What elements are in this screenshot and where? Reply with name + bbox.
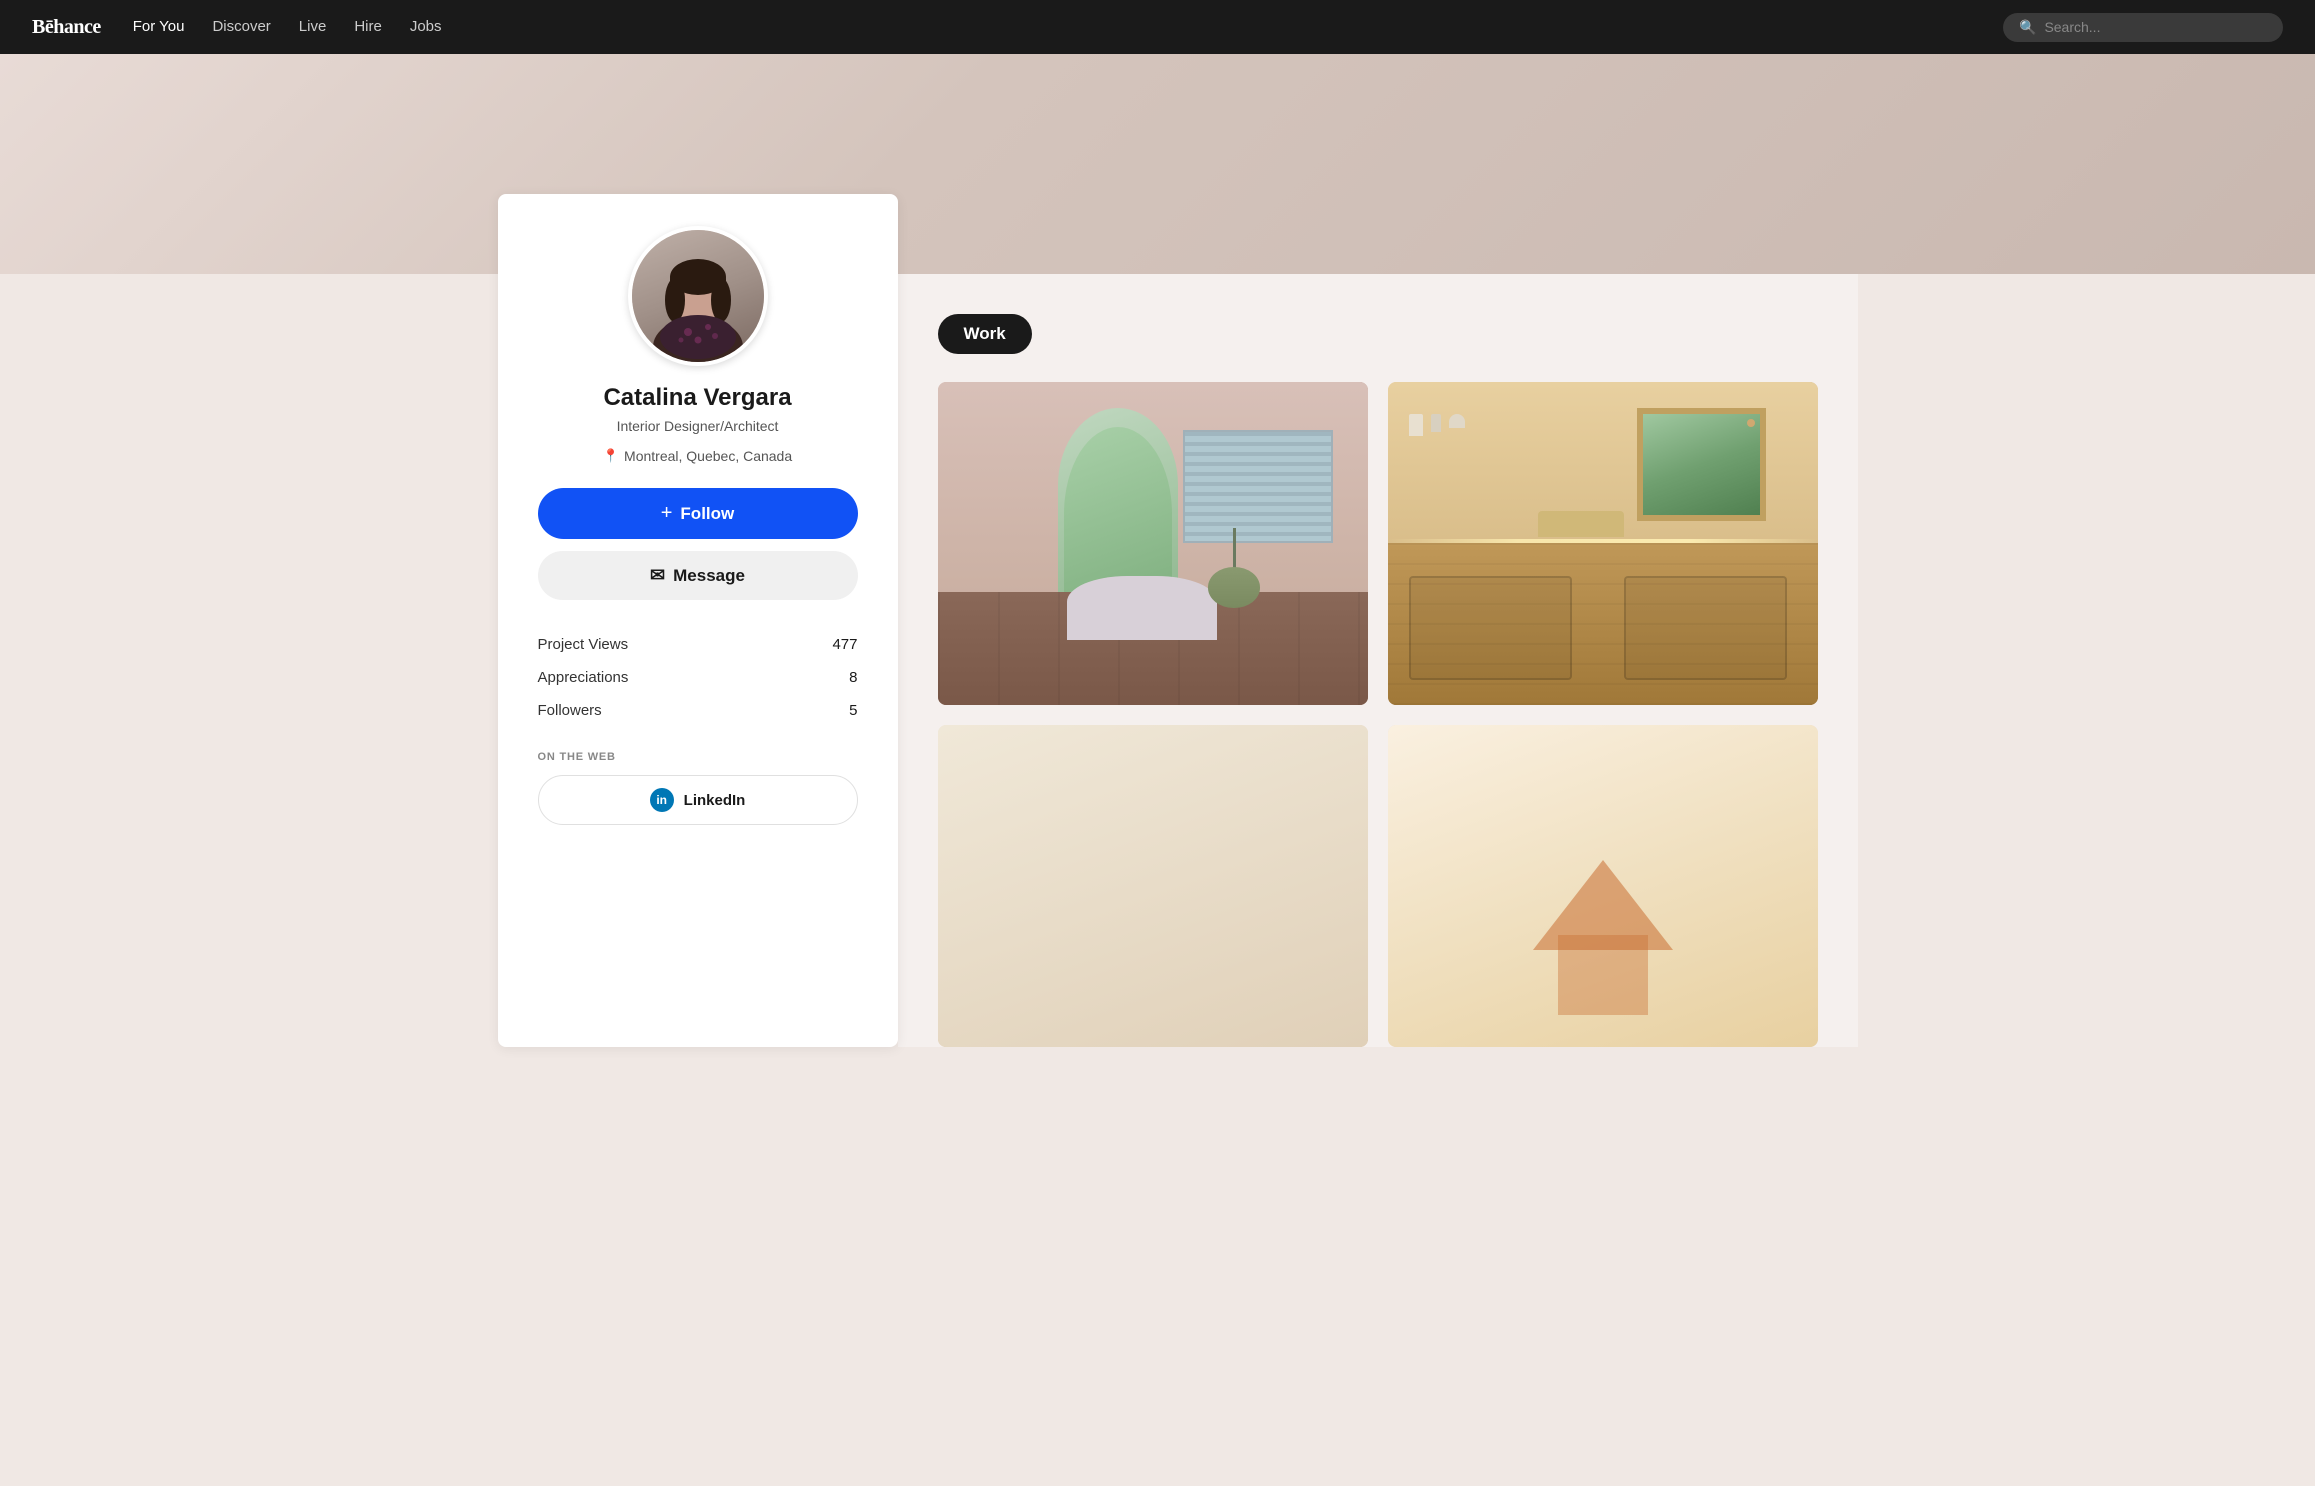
location-pin-icon: 📍	[603, 448, 619, 464]
navbar: Bē​hance For You Discover Live Hire Jobs…	[0, 0, 2315, 54]
nav-jobs[interactable]: Jobs	[410, 18, 442, 35]
site-logo[interactable]: Bē​hance	[32, 16, 101, 39]
search-bar[interactable]: 🔍	[2003, 13, 2283, 42]
stat-appreciations: Appreciations 8	[538, 661, 858, 694]
search-icon: 🔍	[2019, 19, 2036, 36]
profile-title: Interior Designer/Architect	[617, 418, 779, 434]
avatar	[628, 226, 768, 366]
project-card-2[interactable]	[1388, 382, 1818, 705]
project-card-1[interactable]	[938, 382, 1368, 705]
nav-links: For You Discover Live Hire Jobs	[133, 18, 442, 36]
profile-location: 📍 Montreal, Quebec, Canada	[603, 448, 792, 464]
nav-discover[interactable]: Discover	[212, 18, 270, 35]
linkedin-button[interactable]: in LinkedIn	[538, 775, 858, 825]
projects-grid	[938, 382, 1818, 1047]
linkedin-icon: in	[650, 788, 674, 812]
profile-card: Catalina Vergara Interior Designer/Archi…	[498, 194, 898, 1047]
message-icon: ✉	[650, 565, 665, 586]
project-card-3[interactable]	[938, 725, 1368, 1048]
on-web-label: ON THE WEB	[538, 751, 858, 763]
search-input[interactable]	[2044, 19, 2267, 35]
work-tab-button[interactable]: Work	[938, 314, 1032, 354]
nav-live[interactable]: Live	[299, 18, 327, 35]
nav-hire[interactable]: Hire	[354, 18, 382, 35]
profile-name: Catalina Vergara	[603, 384, 791, 412]
stats-section: Project Views 477 Appreciations 8 Follow…	[538, 628, 858, 727]
project-card-4[interactable]	[1388, 725, 1818, 1048]
plus-icon: +	[661, 502, 673, 525]
avatar-image	[632, 230, 764, 362]
follow-button[interactable]: + Follow	[538, 488, 858, 539]
work-area: Work	[898, 274, 1858, 1047]
nav-for-you[interactable]: For You	[133, 18, 185, 35]
stat-followers: Followers 5	[538, 694, 858, 727]
main-content: Catalina Vergara Interior Designer/Archi…	[458, 274, 1858, 1087]
stat-project-views: Project Views 477	[538, 628, 858, 661]
cover-banner	[0, 54, 2315, 274]
message-button[interactable]: ✉ Message	[538, 551, 858, 600]
